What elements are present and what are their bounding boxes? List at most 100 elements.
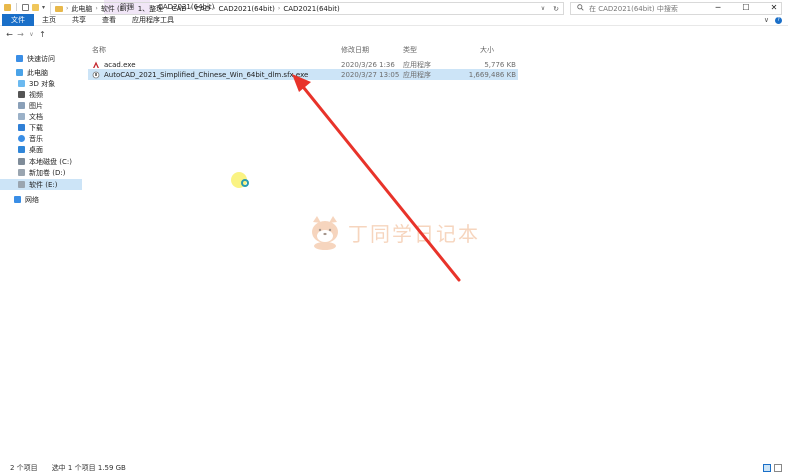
sidebar-item-label: 快速访问 (27, 54, 55, 63)
properties-icon[interactable] (22, 3, 29, 11)
help-icon[interactable]: ? (775, 16, 782, 24)
watermark: 丁同学日记本 (308, 210, 488, 254)
sidebar-item-downloads[interactable]: 下载 (0, 122, 82, 133)
sidebar-item-label: 本地磁盘 (C:) (29, 157, 72, 166)
tab-home[interactable]: 主页 (34, 14, 64, 26)
dog-mascot-logo (312, 216, 338, 250)
tab-file[interactable]: 文件 (2, 13, 34, 26)
file-name: AutoCAD_2021_Simplified_Chinese_Win_64bi… (104, 70, 309, 79)
tab-view[interactable]: 查看 (94, 14, 124, 26)
sidebar-item-drive-d[interactable]: 新加卷 (D:) (0, 167, 82, 178)
chevron-right-icon: › (166, 5, 169, 12)
sidebar-item-pictures[interactable]: 图片 (0, 100, 82, 111)
sidebar-item-label: 网络 (25, 195, 39, 204)
column-header-size[interactable]: 大小 (480, 45, 494, 55)
chevron-right-icon: › (213, 5, 216, 12)
chevron-right-icon: › (95, 5, 98, 12)
autocad-icon (92, 61, 100, 69)
breadcrumb-cad2021-64bit[interactable]: CAD2021(64bit) (219, 5, 275, 13)
drive-icon (18, 169, 25, 176)
drive-icon (18, 181, 25, 188)
sidebar-item-quick-access[interactable]: 快速访问 (0, 53, 82, 64)
sidebar-item-videos[interactable]: 视频 (0, 89, 82, 100)
file-name-cell: AutoCAD_2021_Simplified_Chinese_Win_64bi… (92, 69, 308, 80)
breadcrumb-this-pc[interactable]: 此电脑 (71, 4, 92, 14)
item-count: 2 个项目 (10, 464, 38, 472)
sidebar-item-music[interactable]: 音乐 (0, 133, 82, 144)
watermark-text: 丁同学日记本 (348, 221, 480, 246)
sidebar-item-label: 软件 (E:) (29, 180, 58, 189)
customize-chevron-icon[interactable]: ▾ (42, 4, 45, 11)
forward-button[interactable]: → (15, 30, 26, 39)
cube-icon (18, 80, 25, 87)
computer-icon (16, 69, 23, 76)
sidebar-item-label: 新加卷 (D:) (29, 168, 66, 177)
chevron-right-icon: › (189, 5, 193, 12)
file-row[interactable]: AutoCAD_2021_Simplified_Chinese_Win_64bi… (88, 69, 518, 80)
column-header-type[interactable]: 类型 (403, 45, 417, 55)
sidebar-item-label: 下载 (29, 123, 43, 132)
sidebar-item-3d-objects[interactable]: 3D 对象 (0, 78, 82, 89)
column-header-name[interactable]: 名称 (92, 45, 106, 55)
breadcrumb-organize[interactable]: 1、整理 (138, 4, 163, 14)
music-icon (18, 135, 25, 142)
breadcrumb-cad-2[interactable]: CAD (195, 5, 210, 13)
new-folder-icon[interactable] (32, 3, 39, 11)
file-type: 应用程序 (403, 70, 431, 79)
folder-icon (55, 5, 63, 12)
refresh-button[interactable]: ↻ (553, 5, 559, 13)
sidebar-item-network[interactable]: 网络 (0, 194, 82, 205)
up-button[interactable]: ↑ (37, 30, 48, 39)
quick-access-toolbar: ▾ (0, 0, 53, 14)
breadcrumb-cad[interactable]: CAD (172, 5, 187, 13)
sidebar-item-label: 视频 (29, 90, 43, 99)
sidebar-item-this-pc[interactable]: 此电脑 (0, 67, 82, 78)
sidebar-item-drive-e[interactable]: 软件 (E:) (0, 179, 82, 190)
file-name: acad.exe (104, 60, 136, 69)
ribbon-tabs: 文件 主页 共享 查看 应用程序工具 ∨ ? (0, 13, 788, 26)
file-date: 2020/3/27 13:05 (341, 70, 400, 79)
desktop-icon (18, 146, 25, 153)
drive-icon (18, 158, 25, 165)
navigation-pane: 快速访问 此电脑 3D 对象 视频 图片 文档 下载 音乐 桌面 本地磁盘 (C… (0, 43, 86, 459)
chevron-right-icon: › (277, 5, 281, 12)
recent-locations-button[interactable]: ∨ (26, 31, 37, 38)
tab-application-tools[interactable]: 应用程序工具 (124, 14, 182, 26)
selection-info: 选中 1 个项目 1.59 GB (51, 464, 126, 472)
status-bar: 2 个项目 选中 1 个项目 1.59 GB (0, 462, 788, 474)
search-placeholder: 在 CAD2021(64bit) 中搜索 (589, 4, 678, 13)
tab-share[interactable]: 共享 (64, 14, 94, 26)
network-icon (14, 196, 21, 203)
busy-cursor-icon (241, 179, 249, 187)
details-view-icon[interactable] (763, 464, 771, 472)
sidebar-item-documents[interactable]: 文档 (0, 111, 82, 122)
search-icon (577, 4, 584, 13)
sidebar-item-label: 文档 (29, 112, 43, 121)
sidebar-item-drive-c[interactable]: 本地磁盘 (C:) (0, 156, 82, 167)
search-box[interactable]: 在 CAD2021(64bit) 中搜索 (570, 2, 782, 15)
column-header-date[interactable]: 修改日期 (341, 45, 369, 55)
address-bar[interactable]: › 此电脑 › 软件 (E:) › 1、整理 › CAD › CAD › CAD… (50, 2, 564, 15)
star-icon (16, 55, 23, 62)
breadcrumb-drive-e[interactable]: 软件 (E:) (101, 4, 129, 14)
navigation-bar: ← → ∨ ↑ (0, 26, 788, 43)
sidebar-item-label: 此电脑 (27, 68, 48, 77)
sidebar-item-label: 桌面 (29, 145, 43, 154)
file-size: 1,669,486 KB (468, 70, 516, 79)
folder-icon[interactable] (4, 3, 11, 11)
sidebar-item-label: 3D 对象 (29, 79, 56, 88)
large-icons-view-icon[interactable] (774, 464, 782, 472)
address-dropdown-button[interactable]: ∨ (541, 5, 545, 12)
download-icon (18, 124, 25, 131)
picture-icon (18, 102, 25, 109)
installer-icon (92, 71, 100, 79)
sidebar-item-desktop[interactable]: 桌面 (0, 144, 82, 155)
sidebar-item-label: 图片 (29, 101, 43, 110)
sidebar-item-label: 音乐 (29, 134, 43, 143)
breadcrumb-cad2021-64bit-current[interactable]: CAD2021(64bit) (283, 5, 339, 13)
ribbon-collapse-button[interactable]: ∨ (764, 16, 769, 24)
divider (16, 3, 17, 11)
chevron-right-icon: › (132, 5, 135, 12)
back-button[interactable]: ← (4, 30, 15, 39)
video-icon (18, 91, 25, 98)
